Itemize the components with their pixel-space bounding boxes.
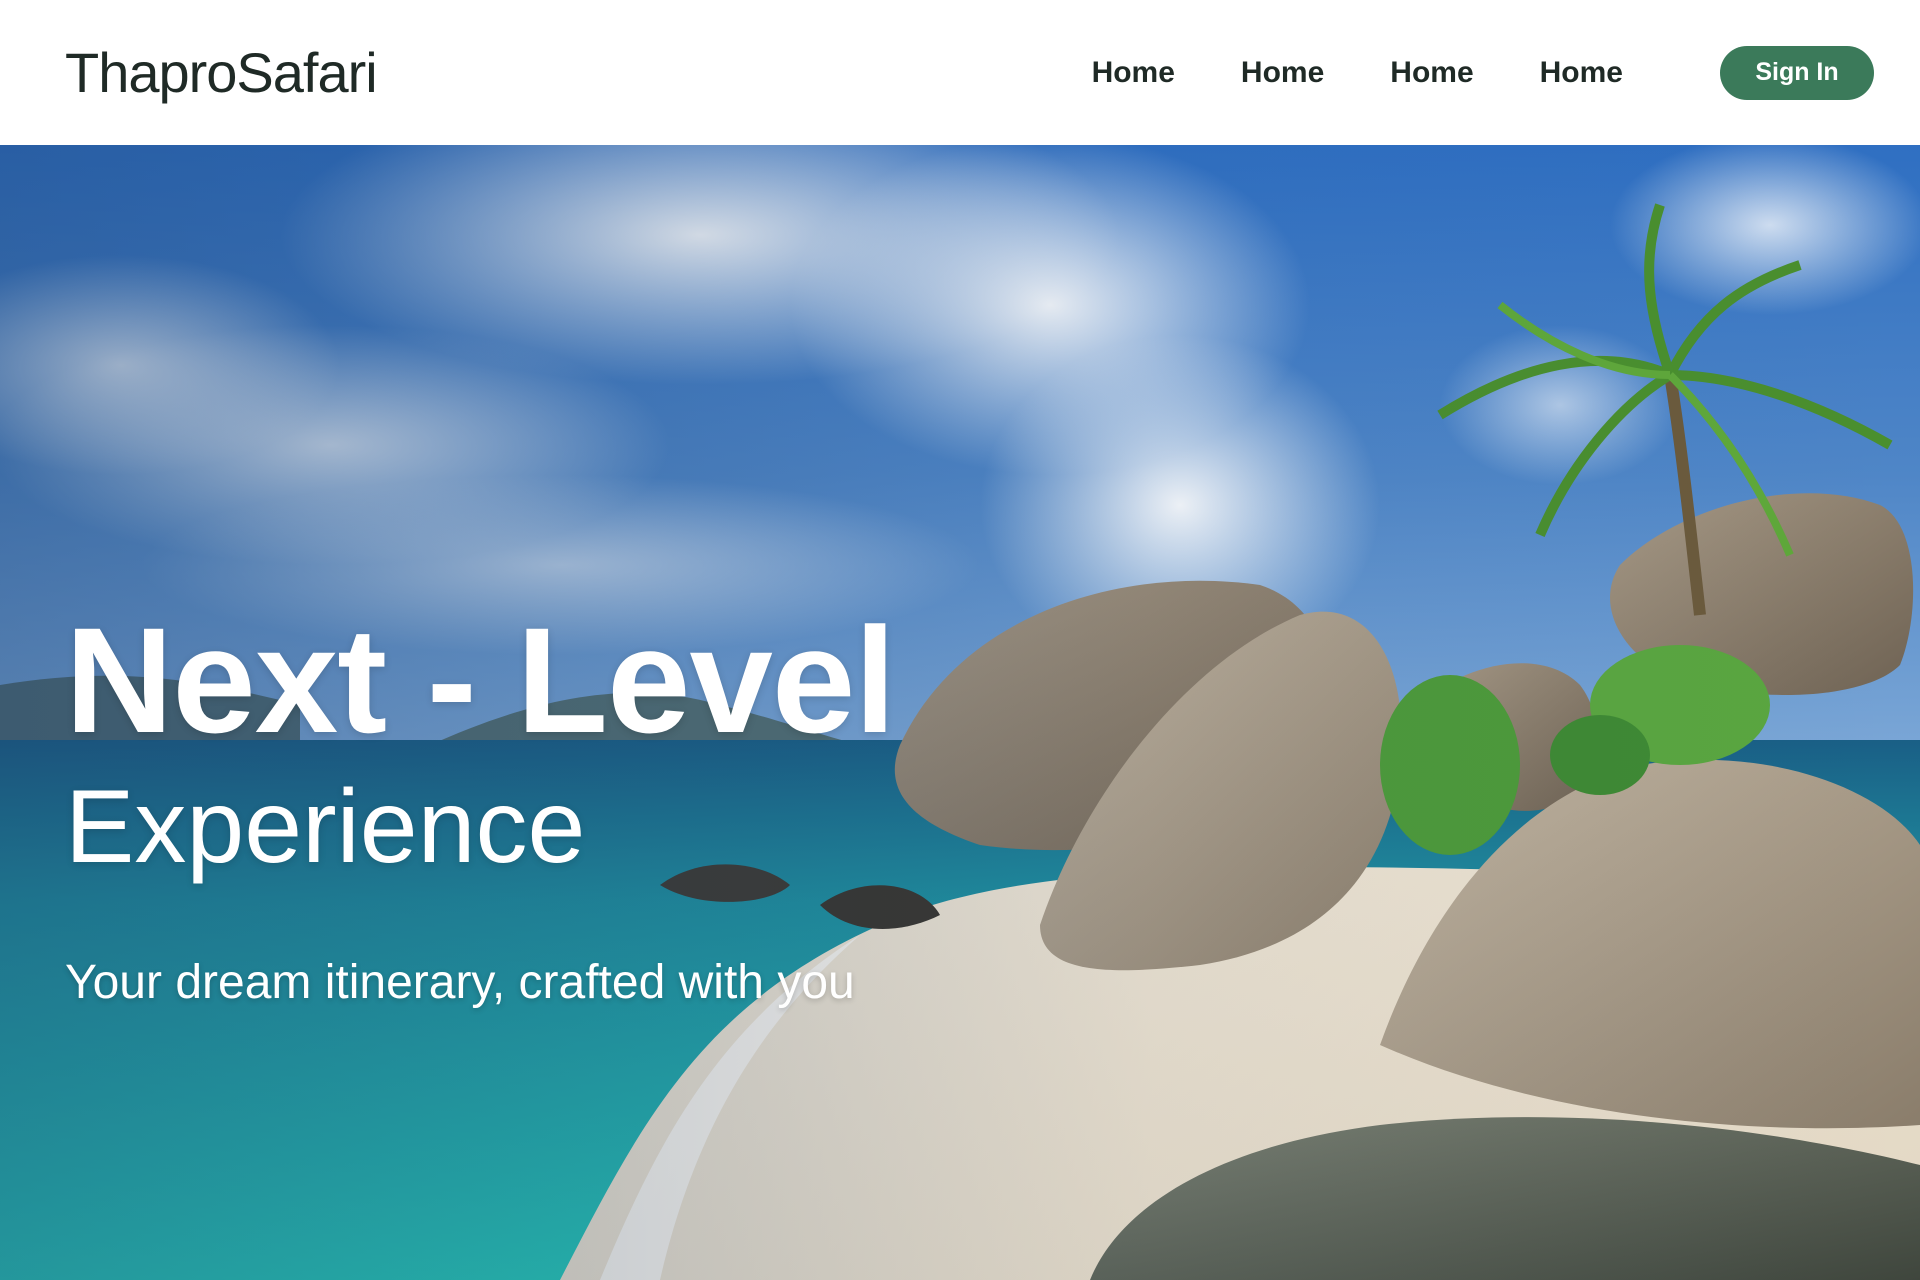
nav-link-home-2[interactable]: Home [1241, 56, 1324, 90]
hero-subheadline: Experience [65, 769, 586, 885]
nav-link-home-3[interactable]: Home [1390, 56, 1473, 90]
hero-headline: Next - Level [65, 596, 896, 764]
navbar: ThaproSafari Home Home Home Home Sign In [0, 0, 1920, 145]
nav-links: Home Home Home Home [1092, 56, 1623, 90]
nav-link-home-1[interactable]: Home [1092, 56, 1175, 90]
hero-banner: Next - Level Experience Your dream itine… [0, 145, 1920, 1280]
brand-logo[interactable]: ThaproSafari [65, 40, 1092, 105]
hero-tagline: Your dream itinerary, crafted with you [65, 956, 855, 1009]
nav-link-home-4[interactable]: Home [1540, 56, 1623, 90]
sign-in-button[interactable]: Sign In [1720, 45, 1874, 100]
